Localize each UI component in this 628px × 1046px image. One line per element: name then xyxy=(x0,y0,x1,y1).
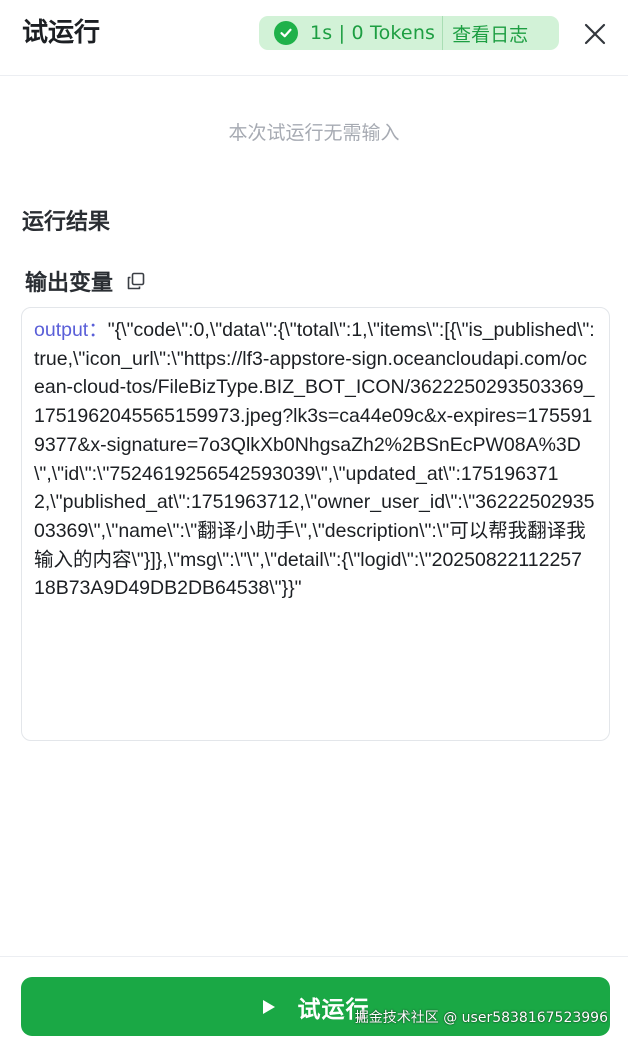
no-input-hint: 本次试运行无需输入 xyxy=(228,122,400,144)
watermark: 掘金技术社区 @ user5838167523996 xyxy=(354,1010,608,1026)
output-result-text: output："{\"code\":0,\"data\":{\"total\":… xyxy=(34,316,597,603)
run-status-badge: 1s | 0 Tokens 查看日志 xyxy=(259,16,559,50)
output-variable-label: 输出变量 xyxy=(25,271,114,296)
output-variable-heading: 输出变量 xyxy=(25,265,145,297)
view-log-link[interactable]: 查看日志 xyxy=(452,20,528,47)
check-circle-icon xyxy=(274,21,298,45)
copy-icon[interactable] xyxy=(127,272,145,290)
close-button[interactable] xyxy=(580,19,610,49)
status-divider xyxy=(442,16,444,50)
result-section-title: 运行结果 xyxy=(22,210,111,235)
header-bar: 试运行 1s | 0 Tokens 查看日志 xyxy=(0,0,628,76)
duration-tokens-text: 1s | 0 Tokens xyxy=(310,22,436,44)
output-key: output xyxy=(34,319,89,341)
page-title: 试运行 xyxy=(22,18,101,48)
close-icon xyxy=(584,23,606,45)
play-icon xyxy=(262,999,276,1015)
output-key-separator: ： xyxy=(88,319,108,341)
output-result-box[interactable]: output："{\"code\":0,\"data\":{\"total\":… xyxy=(21,307,610,741)
output-value: "{\"code\":0,\"data\":{\"total\":1,\"ite… xyxy=(34,319,595,600)
